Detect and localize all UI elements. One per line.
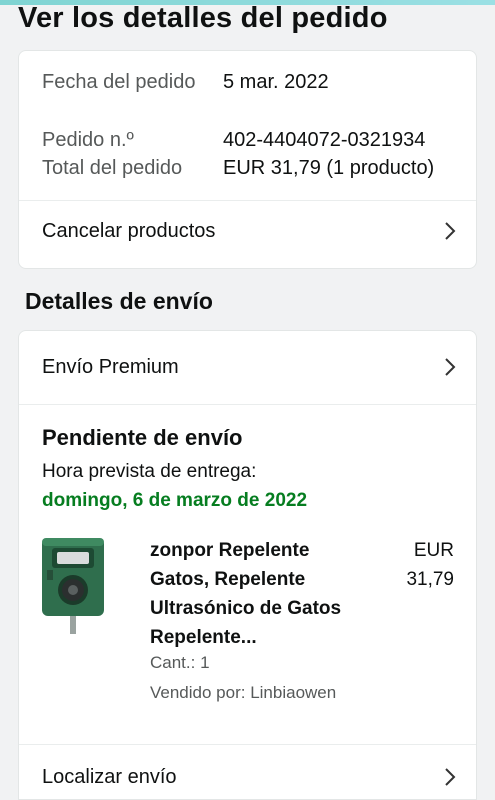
chevron-right-icon (445, 222, 456, 240)
premium-shipping-button[interactable]: Envío Premium (19, 337, 476, 397)
order-summary-card: Fecha del pedido 5 mar. 2022 Pedido n.º … (18, 50, 477, 269)
track-shipment-label: Localizar envío (42, 765, 177, 788)
product-quantity: Cant.: 1 (150, 653, 210, 672)
repellent-device-icon[interactable] (39, 534, 109, 636)
eta-label: Hora prevista de entrega: (42, 461, 257, 482)
shipping-section-title: Detalles de envío (25, 288, 213, 314)
product-seller: Vendido por: Linbiaowen (150, 683, 337, 702)
order-total-value: EUR 31,79 (1 producto) (223, 157, 435, 179)
page-title: Ver los detalles del pedido (18, 2, 388, 34)
shipment-status-title: Pendiente de envío (42, 425, 243, 450)
order-total-label: Total del pedido (42, 157, 183, 179)
price-currency: EUR (413, 540, 454, 561)
shipping-card: Envío Premium Pendiente de envío Hora pr… (18, 330, 477, 800)
order-date-value: 5 mar. 2022 (223, 71, 329, 93)
chevron-right-icon (445, 358, 456, 376)
chevron-right-icon (445, 768, 456, 786)
product-price: EUR 31,79 (384, 536, 454, 594)
cancel-products-button[interactable]: Cancelar productos (19, 201, 476, 261)
eta-date: domingo, 6 de marzo de 2022 (42, 490, 308, 511)
divider (19, 404, 476, 405)
premium-shipping-label: Envío Premium (42, 355, 179, 378)
divider (19, 744, 476, 745)
price-amount: 31,79 (406, 569, 454, 590)
order-number-value: 402-4404072-0321934 (223, 129, 426, 151)
cancel-products-label: Cancelar productos (42, 219, 216, 242)
track-shipment-button[interactable]: Localizar envío (19, 747, 476, 799)
order-number-label: Pedido n.º (42, 129, 134, 151)
product-name-link[interactable]: zonpor Repelente Gatos, Repelente Ultras… (150, 536, 360, 652)
order-date-label: Fecha del pedido (42, 71, 196, 93)
